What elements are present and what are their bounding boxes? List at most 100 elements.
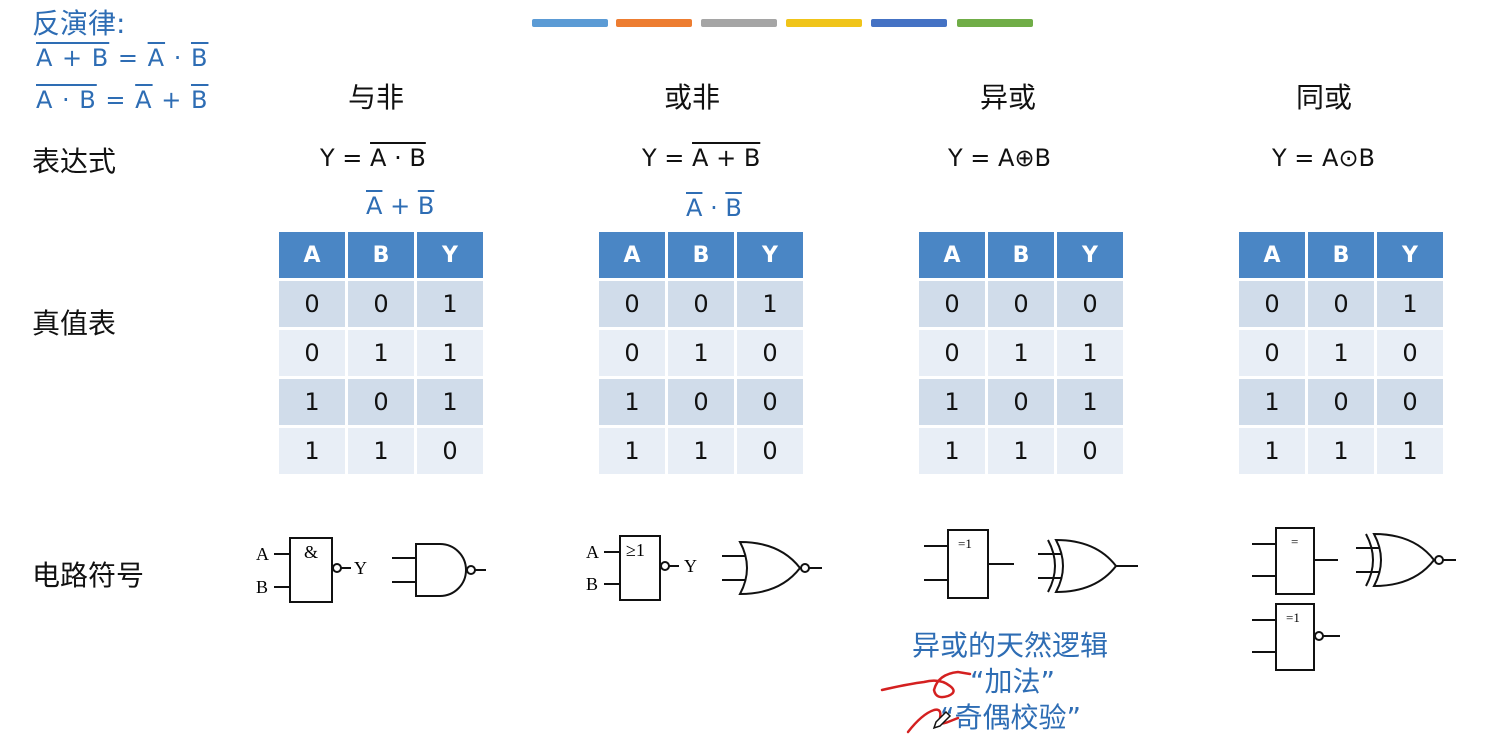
truth-table-cell: 0 xyxy=(919,281,985,327)
truth-table-cell: 1 xyxy=(348,428,414,474)
truth-table-header-cell: A xyxy=(279,232,345,278)
nand-symbol-glyph: & xyxy=(304,542,318,562)
truth-table-cell: 1 xyxy=(1057,330,1123,376)
col-header-xor: 异或 xyxy=(979,81,1036,114)
xor-us-symbol xyxy=(1038,538,1138,594)
nand-input-b: B xyxy=(256,577,268,597)
color-bar-3 xyxy=(701,19,777,27)
truth-table-header-cell: Y xyxy=(737,232,803,278)
truth-table-cell: 0 xyxy=(1239,281,1305,327)
truth-table-row: 110 xyxy=(919,428,1123,474)
truth-table-cell: 1 xyxy=(417,379,483,425)
expr-nand-alt-b: B xyxy=(417,192,435,220)
law-line-2: A · B = A + B xyxy=(36,86,208,114)
law1-dot: · xyxy=(173,44,183,72)
expr-nor-alt-a: A xyxy=(686,194,703,222)
truth-table-cell: 1 xyxy=(668,330,734,376)
color-bar-4 xyxy=(786,19,862,27)
row-label-circuit-symbol: 电路符号 xyxy=(32,559,145,592)
truth-table-header-cell: B xyxy=(668,232,734,278)
truth-table-header-row: ABY xyxy=(919,232,1123,278)
nor-output-y: Y xyxy=(684,556,697,576)
truth-table-cell: 1 xyxy=(1377,428,1443,474)
law2-plus: + xyxy=(161,86,183,114)
pen-cursor-icon xyxy=(932,710,952,730)
truth-table-cell: 1 xyxy=(417,330,483,376)
truth-table-cell: 0 xyxy=(1057,281,1123,327)
truth-table-cell: 1 xyxy=(1239,379,1305,425)
expr-nor-prefix: Y = xyxy=(642,144,693,172)
truth-table-row: 100 xyxy=(599,379,803,425)
truth-table-cell: 0 xyxy=(737,330,803,376)
truth-table-cell: 1 xyxy=(988,330,1054,376)
truth-table-cell: 0 xyxy=(668,281,734,327)
truth-table-cell: 0 xyxy=(1057,428,1123,474)
truth-table-row: 011 xyxy=(919,330,1123,376)
truth-table-cell: 1 xyxy=(417,281,483,327)
truth-table-cell: 0 xyxy=(988,379,1054,425)
truth-table-row: 110 xyxy=(279,428,483,474)
xnor-alt-symbol-glyph: =1 xyxy=(1286,610,1300,625)
truth-table-cell: 0 xyxy=(1377,330,1443,376)
truth-table-nand: ABY001011101110 xyxy=(276,229,486,477)
truth-table-cell: 1 xyxy=(279,428,345,474)
truth-table-cell: 0 xyxy=(1377,379,1443,425)
expr-nor-alt-b: B xyxy=(725,194,742,222)
xnor-iec-symbol: = xyxy=(1252,527,1338,595)
truth-table-cell: 1 xyxy=(919,379,985,425)
expr-nor-alt: A · B xyxy=(686,194,742,222)
truth-table-header-cell: B xyxy=(1308,232,1374,278)
expr-xnor-prefix: Y = xyxy=(1272,144,1323,172)
col-header-nand: 与非 xyxy=(347,81,404,114)
ink-stroke-1 xyxy=(880,670,972,699)
expr-nor-body: A + B xyxy=(692,144,761,172)
truth-table-header-row: ABY xyxy=(599,232,803,278)
nor-iec-symbol: ≥1 A B Y xyxy=(586,535,697,601)
truth-table-cell: 0 xyxy=(599,281,665,327)
truth-table-header-cell: Y xyxy=(1377,232,1443,278)
expr-xnor-body: A⊙B xyxy=(1322,144,1376,172)
truth-table-header-cell: Y xyxy=(1057,232,1123,278)
law2-eq: = xyxy=(105,86,127,114)
xnor-iec-symbol-alt: =1 xyxy=(1252,603,1340,671)
truth-table-row: 001 xyxy=(1239,281,1443,327)
truth-table-cell: 1 xyxy=(348,330,414,376)
truth-table-row: 000 xyxy=(919,281,1123,327)
truth-table-cell: 1 xyxy=(1308,330,1374,376)
col-header-nor: 或非 xyxy=(663,81,720,114)
nand-iec-symbol: & A B Y xyxy=(256,537,367,603)
expr-nand-prefix: Y = xyxy=(320,144,371,172)
color-bar-5 xyxy=(871,19,947,27)
expr-xnor: Y = A⊙B xyxy=(1272,144,1375,172)
truth-table-nor: ABY001010100110 xyxy=(596,229,806,477)
expr-nand-body: A · B xyxy=(370,144,426,172)
expr-nor: Y = A + B xyxy=(642,144,760,172)
truth-table-row: 110 xyxy=(599,428,803,474)
truth-table-header-cell: A xyxy=(1239,232,1305,278)
truth-table-row: 011 xyxy=(279,330,483,376)
col-header-xnor: 同或 xyxy=(1295,81,1352,114)
truth-table-cell: 1 xyxy=(1057,379,1123,425)
truth-table-cell: 0 xyxy=(668,379,734,425)
truth-table-cell: 0 xyxy=(737,428,803,474)
truth-table-row: 001 xyxy=(599,281,803,327)
law2-a: A xyxy=(135,86,153,114)
truth-table-cell: 1 xyxy=(599,428,665,474)
truth-table-row: 111 xyxy=(1239,428,1443,474)
truth-table-cell: 0 xyxy=(737,379,803,425)
truth-table-cell: 1 xyxy=(919,428,985,474)
truth-table-header-cell: B xyxy=(988,232,1054,278)
nand-us-symbol xyxy=(392,543,486,597)
truth-table-header-row: ABY xyxy=(1239,232,1443,278)
xor-iec-symbol: =1 xyxy=(924,529,1014,599)
nor-input-b: B xyxy=(586,574,598,594)
row-label-expression: 表达式 xyxy=(32,145,117,178)
nor-symbol-glyph: ≥1 xyxy=(626,540,645,560)
truth-table-row: 001 xyxy=(279,281,483,327)
truth-table-row: 010 xyxy=(1239,330,1443,376)
expr-xor: Y = A⊕B xyxy=(948,144,1051,172)
truth-table-cell: 1 xyxy=(1308,428,1374,474)
expr-nand-alt: A + B xyxy=(366,192,434,220)
truth-table-row: 101 xyxy=(279,379,483,425)
truth-table-cell: 0 xyxy=(988,281,1054,327)
